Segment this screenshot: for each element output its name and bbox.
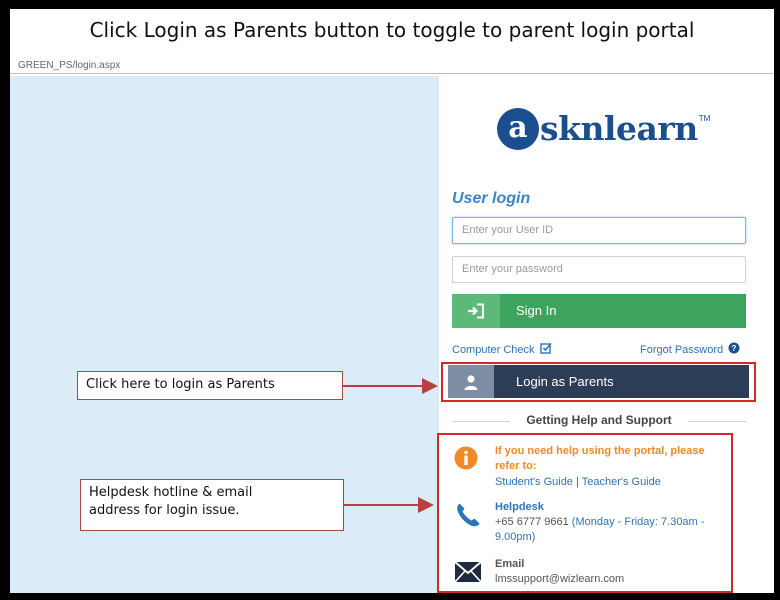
check-square-icon	[539, 342, 552, 357]
help-highlight-box	[437, 433, 733, 593]
logo-circle-letter: a	[497, 108, 539, 150]
sign-in-label: Sign In	[516, 303, 557, 318]
address-bar[interactable]: GREEN_PS/login.aspx	[10, 57, 774, 74]
user-id-input[interactable]: Enter your User ID	[452, 217, 746, 244]
url-text: GREEN_PS/login.aspx	[18, 60, 121, 71]
logo-wordmark: sknlearn	[540, 109, 698, 148]
help-section-heading: Getting Help and Support	[452, 413, 746, 429]
user-login-heading: User login	[452, 190, 531, 207]
question-circle-icon: ?	[728, 342, 740, 357]
help-heading-text: Getting Help and Support	[526, 413, 672, 427]
computer-check-label: Computer Check	[452, 343, 535, 356]
sign-in-button[interactable]: Sign In	[452, 294, 746, 328]
password-input[interactable]: Enter your password	[452, 256, 746, 283]
svg-text:?: ?	[732, 344, 737, 353]
parents-callout: Click here to login as Parents	[77, 371, 343, 400]
parents-highlight-box	[441, 362, 756, 402]
logo-trademark: TM	[698, 114, 711, 123]
divider-right	[688, 421, 746, 422]
user-id-placeholder: Enter your User ID	[462, 224, 554, 236]
slide-title: Click Login as Parents button to toggle …	[89, 18, 695, 42]
password-placeholder: Enter your password	[462, 263, 563, 275]
forgot-password-label: Forgot Password	[640, 343, 724, 356]
helpdesk-callout: Helpdesk hotline & email address for log…	[80, 479, 344, 531]
forgot-password-link[interactable]: Forgot Password ?	[640, 342, 740, 357]
computer-check-link[interactable]: Computer Check	[452, 342, 552, 357]
sign-in-icon	[452, 294, 500, 328]
asknlearn-logo: a sknlearn TM	[497, 108, 710, 154]
